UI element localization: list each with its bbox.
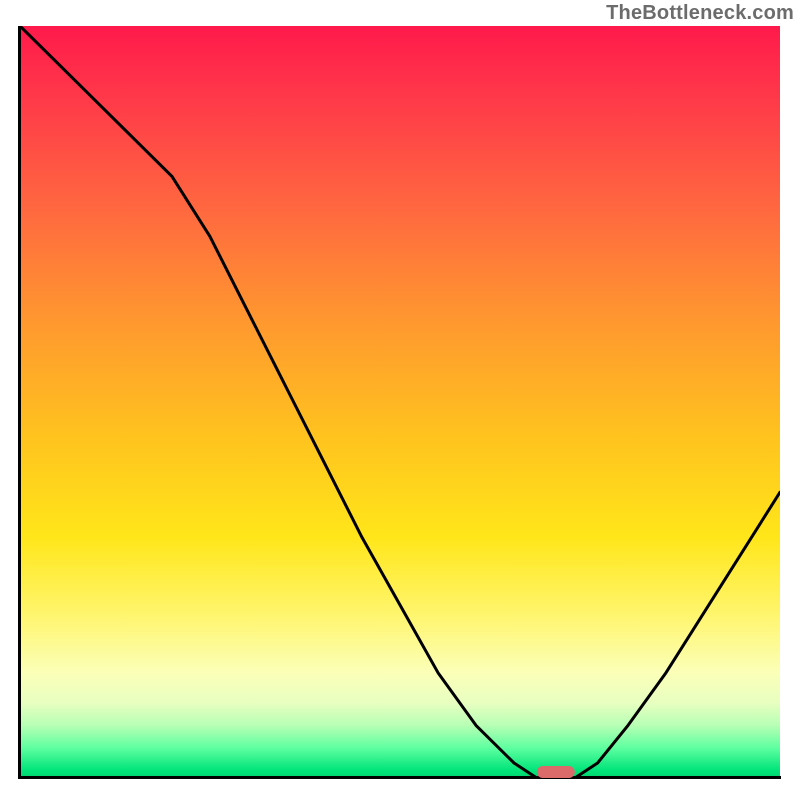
chart-container: TheBottleneck.com [0,0,800,800]
bottleneck-curve [20,26,780,778]
optimal-range-marker [537,766,575,778]
watermark-text: TheBottleneck.com [606,2,794,25]
chart-overlay [20,26,780,778]
